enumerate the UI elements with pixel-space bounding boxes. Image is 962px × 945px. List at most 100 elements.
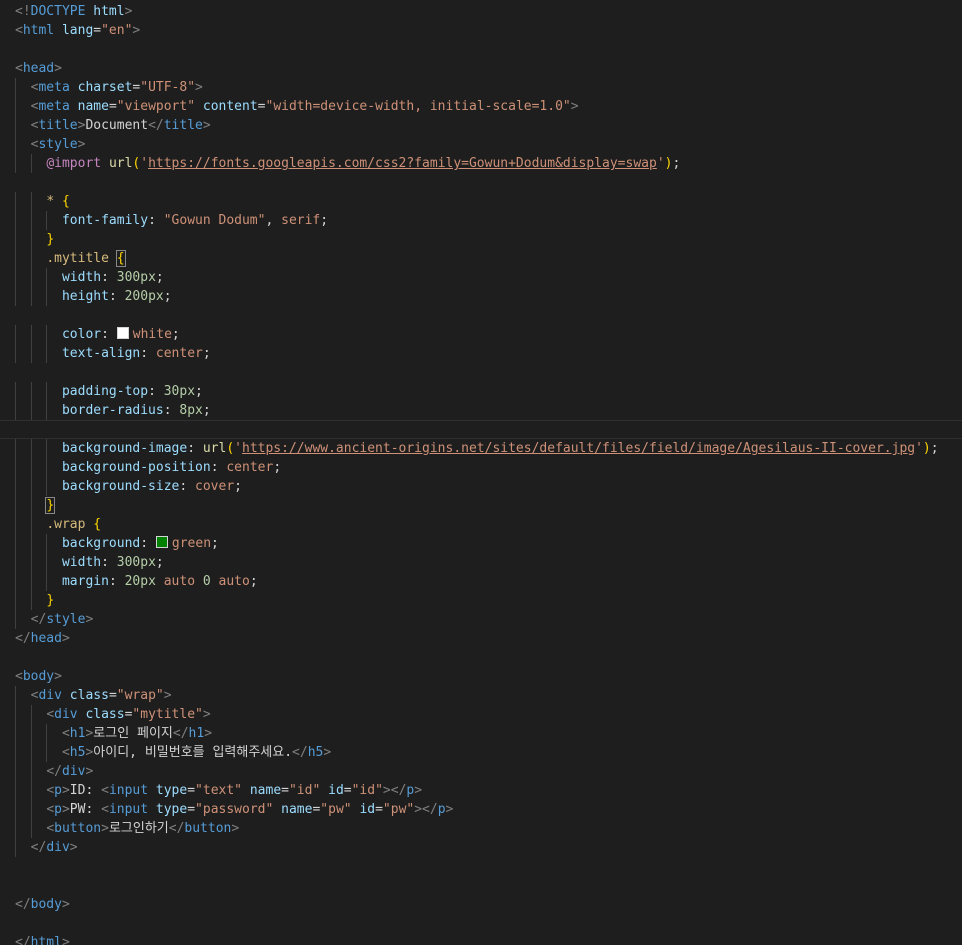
code-line[interactable]: background: green; [0, 534, 962, 553]
code-line[interactable]: </div> [0, 762, 962, 781]
code-token: p [437, 802, 446, 817]
code-line[interactable]: <meta charset="UTF-8"> [0, 78, 962, 97]
code-line[interactable]: <meta name="viewport" content="width=dev… [0, 97, 962, 116]
indent-guide [30, 705, 32, 724]
code-line[interactable] [0, 40, 962, 59]
code-line[interactable] [0, 857, 962, 876]
code-token: input [108, 783, 149, 798]
code-token: { [93, 517, 102, 532]
code-line[interactable]: </style> [0, 610, 962, 629]
code-token: : [101, 327, 117, 342]
code-line[interactable]: padding-top: 30px; [0, 382, 962, 401]
code-line[interactable]: color: white; [0, 325, 962, 344]
code-line[interactable]: .mytitle { [0, 249, 962, 268]
code-token: < [15, 23, 23, 38]
code-line[interactable]: <style> [0, 135, 962, 154]
code-token: </ [172, 726, 189, 741]
indent-guide [15, 686, 16, 705]
color-swatch-icon[interactable] [116, 327, 129, 339]
indent-guide [46, 325, 48, 344]
code-line[interactable]: <button>로그인하기</button> [0, 819, 962, 838]
code-line[interactable]: width: 300px; [0, 553, 962, 572]
code-token: ; [202, 403, 211, 418]
code-line[interactable]: .wrap { [0, 515, 962, 534]
code-token: > [61, 935, 70, 945]
code-token: meta [38, 99, 70, 114]
indent-guide [15, 249, 16, 268]
code-token: ></ [382, 783, 407, 798]
code-line[interactable]: <!DOCTYPE html> [0, 2, 962, 21]
code-token: : [108, 574, 125, 589]
code-line[interactable]: border-radius: 8px; [0, 401, 962, 420]
code-token: 로그인 페이지 [93, 726, 173, 741]
code-token: ; [163, 289, 172, 304]
code-line[interactable] [0, 173, 962, 192]
code-line[interactable]: background-size: cover; [0, 477, 962, 496]
code-line[interactable] [0, 363, 962, 382]
code-line[interactable]: </head> [0, 629, 962, 648]
code-token: </ [15, 631, 31, 646]
indent-guide [15, 781, 16, 800]
code-token: = [343, 783, 352, 798]
code-token: "width=device-width, initial-scale=1.0" [265, 99, 571, 114]
code-token: 20px [124, 574, 156, 589]
indent-guide [15, 572, 16, 591]
code-token: = [187, 783, 196, 798]
indent-guide [30, 819, 32, 838]
code-token: 8px [179, 403, 203, 418]
code-line[interactable]: * { [0, 192, 962, 211]
code-line[interactable]: } [0, 496, 962, 515]
code-editor[interactable]: <!DOCTYPE html> <html lang="en"> <head> <m… [0, 0, 962, 945]
code-line[interactable]: <body> [0, 667, 962, 686]
code-line[interactable]: </body> [0, 895, 962, 914]
code-line[interactable]: background-position: center; [0, 458, 962, 477]
indent-guide [46, 477, 48, 496]
code-line[interactable]: } [0, 230, 962, 249]
indent-guide [30, 762, 32, 781]
indent-guide [30, 553, 32, 572]
code-line[interactable]: margin: 20px auto 0 auto; [0, 572, 962, 591]
indent-guide [15, 97, 16, 116]
code-line[interactable]: </div> [0, 838, 962, 857]
code-line[interactable] [0, 306, 962, 325]
code-line[interactable]: @import url('https://fonts.googleapis.co… [0, 154, 962, 173]
code-area[interactable]: <!DOCTYPE html> <html lang="en"> <head> <m… [0, 2, 962, 945]
code-token: } [45, 497, 56, 514]
code-line[interactable]: <head> [0, 59, 962, 78]
code-line[interactable] [0, 648, 962, 667]
code-line[interactable]: <h1>로그인 페이지</h1> [0, 724, 962, 743]
code-line[interactable] [0, 420, 962, 439]
code-line[interactable]: <div class="wrap"> [0, 686, 962, 705]
color-swatch-icon[interactable] [155, 536, 168, 548]
indent-guide [30, 154, 32, 173]
code-line[interactable]: </html> [0, 933, 962, 945]
code-line[interactable] [0, 914, 962, 933]
code-line[interactable]: <html lang="en"> [0, 21, 962, 40]
code-line[interactable]: height: 200px; [0, 287, 962, 306]
code-line[interactable]: background-image: url('https://www.ancie… [0, 439, 962, 458]
code-token: name [281, 802, 313, 817]
code-line[interactable]: } [0, 591, 962, 610]
code-token: charset [77, 80, 133, 95]
code-line[interactable]: <p>PW: <input type="password" name="pw" … [0, 800, 962, 819]
indent-guide [30, 534, 32, 553]
indent-guide [46, 743, 48, 762]
indent-guide [15, 819, 16, 838]
code-token: p [54, 783, 62, 798]
code-line[interactable]: <title>Document</title> [0, 116, 962, 135]
code-line[interactable]: font-family: "Gowun Dodum", serif; [0, 211, 962, 230]
code-token: </ [15, 935, 31, 945]
code-line[interactable]: <h5>아이디, 비밀번호를 입력해주세요.</h5> [0, 743, 962, 762]
code-line[interactable]: <p>ID: <input type="text" name="id" id="… [0, 781, 962, 800]
code-line[interactable]: <div class="mytitle"> [0, 705, 962, 724]
code-line[interactable] [0, 876, 962, 895]
code-token: ; [234, 479, 242, 494]
code-line[interactable]: width: 300px; [0, 268, 962, 287]
indent-guide [15, 211, 16, 230]
code-token: div [38, 688, 62, 703]
indent-guide [46, 534, 48, 553]
code-line[interactable]: text-align: center; [0, 344, 962, 363]
code-token: 로그인하기 [108, 821, 169, 836]
